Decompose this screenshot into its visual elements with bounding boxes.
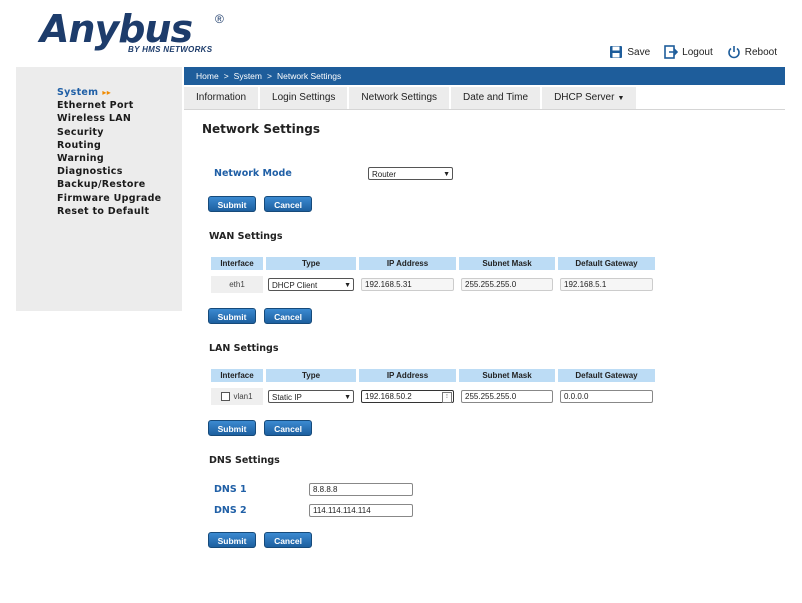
sidebar-item-wireless-lan[interactable]: Wireless LAN bbox=[57, 112, 182, 125]
wan-gateway-field: 192.168.5.1 bbox=[560, 278, 653, 291]
dns-submit-button[interactable]: Submit bbox=[208, 532, 256, 548]
wan-cancel-button[interactable]: Cancel bbox=[264, 308, 312, 324]
lan-ip-value: 192.168.50.2 bbox=[365, 392, 412, 401]
autofill-key-icon[interactable]: ⁝ bbox=[442, 392, 452, 403]
wan-table: Interface Type IP Address Subnet Mask De… bbox=[209, 257, 657, 297]
dns2-field[interactable]: 114.114.114.114 bbox=[309, 504, 413, 517]
lan-interface-cell: vlan1 bbox=[211, 388, 263, 405]
wan-type-value: DHCP Client bbox=[272, 281, 318, 290]
breadcrumb-separator: > bbox=[223, 71, 229, 81]
tab-information[interactable]: Information bbox=[184, 87, 259, 109]
caret-down-icon: ▼ bbox=[617, 95, 625, 102]
breadcrumb-current: Network Settings bbox=[276, 71, 342, 81]
sidebar-item-routing[interactable]: Routing bbox=[57, 139, 182, 152]
lan-cancel-button[interactable]: Cancel bbox=[264, 420, 312, 436]
dns1-field[interactable]: 8.8.8.8 bbox=[309, 483, 413, 496]
header-type: Type bbox=[266, 257, 356, 270]
header-ip-address: IP Address bbox=[359, 369, 456, 382]
header-default-gateway: Default Gateway bbox=[558, 257, 655, 270]
logout-icon bbox=[664, 45, 679, 59]
reboot-label: Reboot bbox=[744, 46, 777, 58]
wan-submit-button[interactable]: Submit bbox=[208, 308, 256, 324]
tab-login-settings[interactable]: Login Settings bbox=[260, 87, 348, 109]
sidebar: System ▸▸ Ethernet Port Wireless LAN Secu… bbox=[16, 67, 182, 311]
sidebar-item-diagnostics[interactable]: Diagnostics bbox=[57, 165, 182, 178]
wan-settings-title: WAN Settings bbox=[209, 231, 283, 242]
sidebar-item-warning[interactable]: Warning bbox=[57, 152, 182, 165]
sidebar-item-reset-to-default[interactable]: Reset to Default bbox=[57, 205, 182, 218]
tab-label: DHCP Server bbox=[554, 92, 615, 103]
sidebar-item-ethernet-port[interactable]: Ethernet Port bbox=[57, 99, 182, 112]
tab-bar: Information Login Settings Network Setti… bbox=[184, 87, 785, 110]
active-arrow-icon: ▸▸ bbox=[102, 88, 112, 97]
breadcrumb-system[interactable]: System bbox=[234, 71, 262, 81]
network-mode-label: Network Mode bbox=[214, 168, 292, 179]
logo-registered-mark: ® bbox=[215, 12, 224, 26]
save-label: Save bbox=[627, 46, 651, 58]
lan-type-value: Static IP bbox=[272, 393, 302, 402]
header-ip-address: IP Address bbox=[359, 257, 456, 270]
dns2-label: DNS 2 bbox=[214, 505, 247, 516]
chevron-down-icon: ▼ bbox=[344, 394, 351, 401]
breadcrumb-home[interactable]: Home bbox=[196, 71, 219, 81]
lan-type-select[interactable]: Static IP ▼ bbox=[268, 390, 354, 403]
wan-subnet-field: 255.255.255.0 bbox=[461, 278, 553, 291]
header-interface: Interface bbox=[211, 257, 263, 270]
network-mode-select[interactable]: Router ▼ bbox=[368, 167, 453, 180]
dns-settings-title: DNS Settings bbox=[209, 455, 280, 466]
header-interface: Interface bbox=[211, 369, 263, 382]
power-icon bbox=[728, 46, 740, 59]
tab-network-settings[interactable]: Network Settings bbox=[349, 87, 450, 109]
lan-subnet-field[interactable]: 255.255.255.0 bbox=[461, 390, 553, 403]
lan-ip-field[interactable]: 192.168.50.2 ⁝ bbox=[361, 390, 454, 403]
network-mode-value: Router bbox=[372, 170, 397, 179]
chevron-down-icon: ▼ bbox=[443, 171, 450, 178]
header-subnet-mask: Subnet Mask bbox=[459, 257, 555, 270]
lan-table: Interface Type IP Address Subnet Mask De… bbox=[209, 369, 657, 409]
sidebar-item-security[interactable]: Security bbox=[57, 126, 182, 139]
wan-type-select[interactable]: DHCP Client ▼ bbox=[268, 278, 354, 291]
top-actions: Save Logout Reboot bbox=[609, 45, 777, 59]
lan-interface-checkbox[interactable] bbox=[221, 392, 231, 402]
logo-subtitle: BY HMS NETWORKS bbox=[128, 45, 213, 54]
lan-settings-title: LAN Settings bbox=[209, 343, 279, 354]
save-icon bbox=[610, 46, 623, 58]
header-type: Type bbox=[266, 369, 356, 382]
breadcrumb-separator: > bbox=[267, 71, 272, 81]
header-subnet-mask: Subnet Mask bbox=[459, 369, 555, 382]
breadcrumb: Home > System > Network Settings bbox=[184, 67, 785, 85]
save-button[interactable]: Save bbox=[609, 45, 650, 59]
header-default-gateway: Default Gateway bbox=[558, 369, 655, 382]
lan-interface-label: vlan1 bbox=[233, 392, 253, 401]
dns-cancel-button[interactable]: Cancel bbox=[264, 532, 312, 548]
wan-interface-cell: eth1 bbox=[211, 276, 263, 293]
network-mode-submit-button[interactable]: Submit bbox=[208, 196, 256, 212]
logo-text: Anybus bbox=[40, 7, 193, 51]
wan-ip-field: 192.168.5.31 bbox=[361, 278, 454, 291]
reboot-button[interactable]: Reboot bbox=[727, 45, 777, 59]
network-mode-cancel-button[interactable]: Cancel bbox=[264, 196, 312, 212]
chevron-down-icon: ▼ bbox=[344, 282, 351, 289]
sidebar-item-system[interactable]: System ▸▸ bbox=[57, 86, 182, 99]
logout-label: Logout bbox=[682, 46, 713, 58]
lan-gateway-field[interactable]: 0.0.0.0 bbox=[560, 390, 653, 403]
anybus-logo: Anybus ® BY HMS NETWORKS bbox=[40, 10, 240, 58]
tab-dhcp-server[interactable]: DHCP Server ▼ bbox=[542, 87, 637, 109]
sidebar-item-label: System bbox=[57, 87, 99, 98]
page-title: Network Settings bbox=[202, 122, 320, 136]
sidebar-item-firmware-upgrade[interactable]: Firmware Upgrade bbox=[57, 192, 182, 205]
tab-date-and-time[interactable]: Date and Time bbox=[451, 87, 541, 109]
lan-submit-button[interactable]: Submit bbox=[208, 420, 256, 436]
logout-button[interactable]: Logout bbox=[664, 45, 713, 59]
dns1-label: DNS 1 bbox=[214, 484, 247, 495]
sidebar-item-backup-restore[interactable]: Backup/Restore bbox=[57, 178, 182, 191]
